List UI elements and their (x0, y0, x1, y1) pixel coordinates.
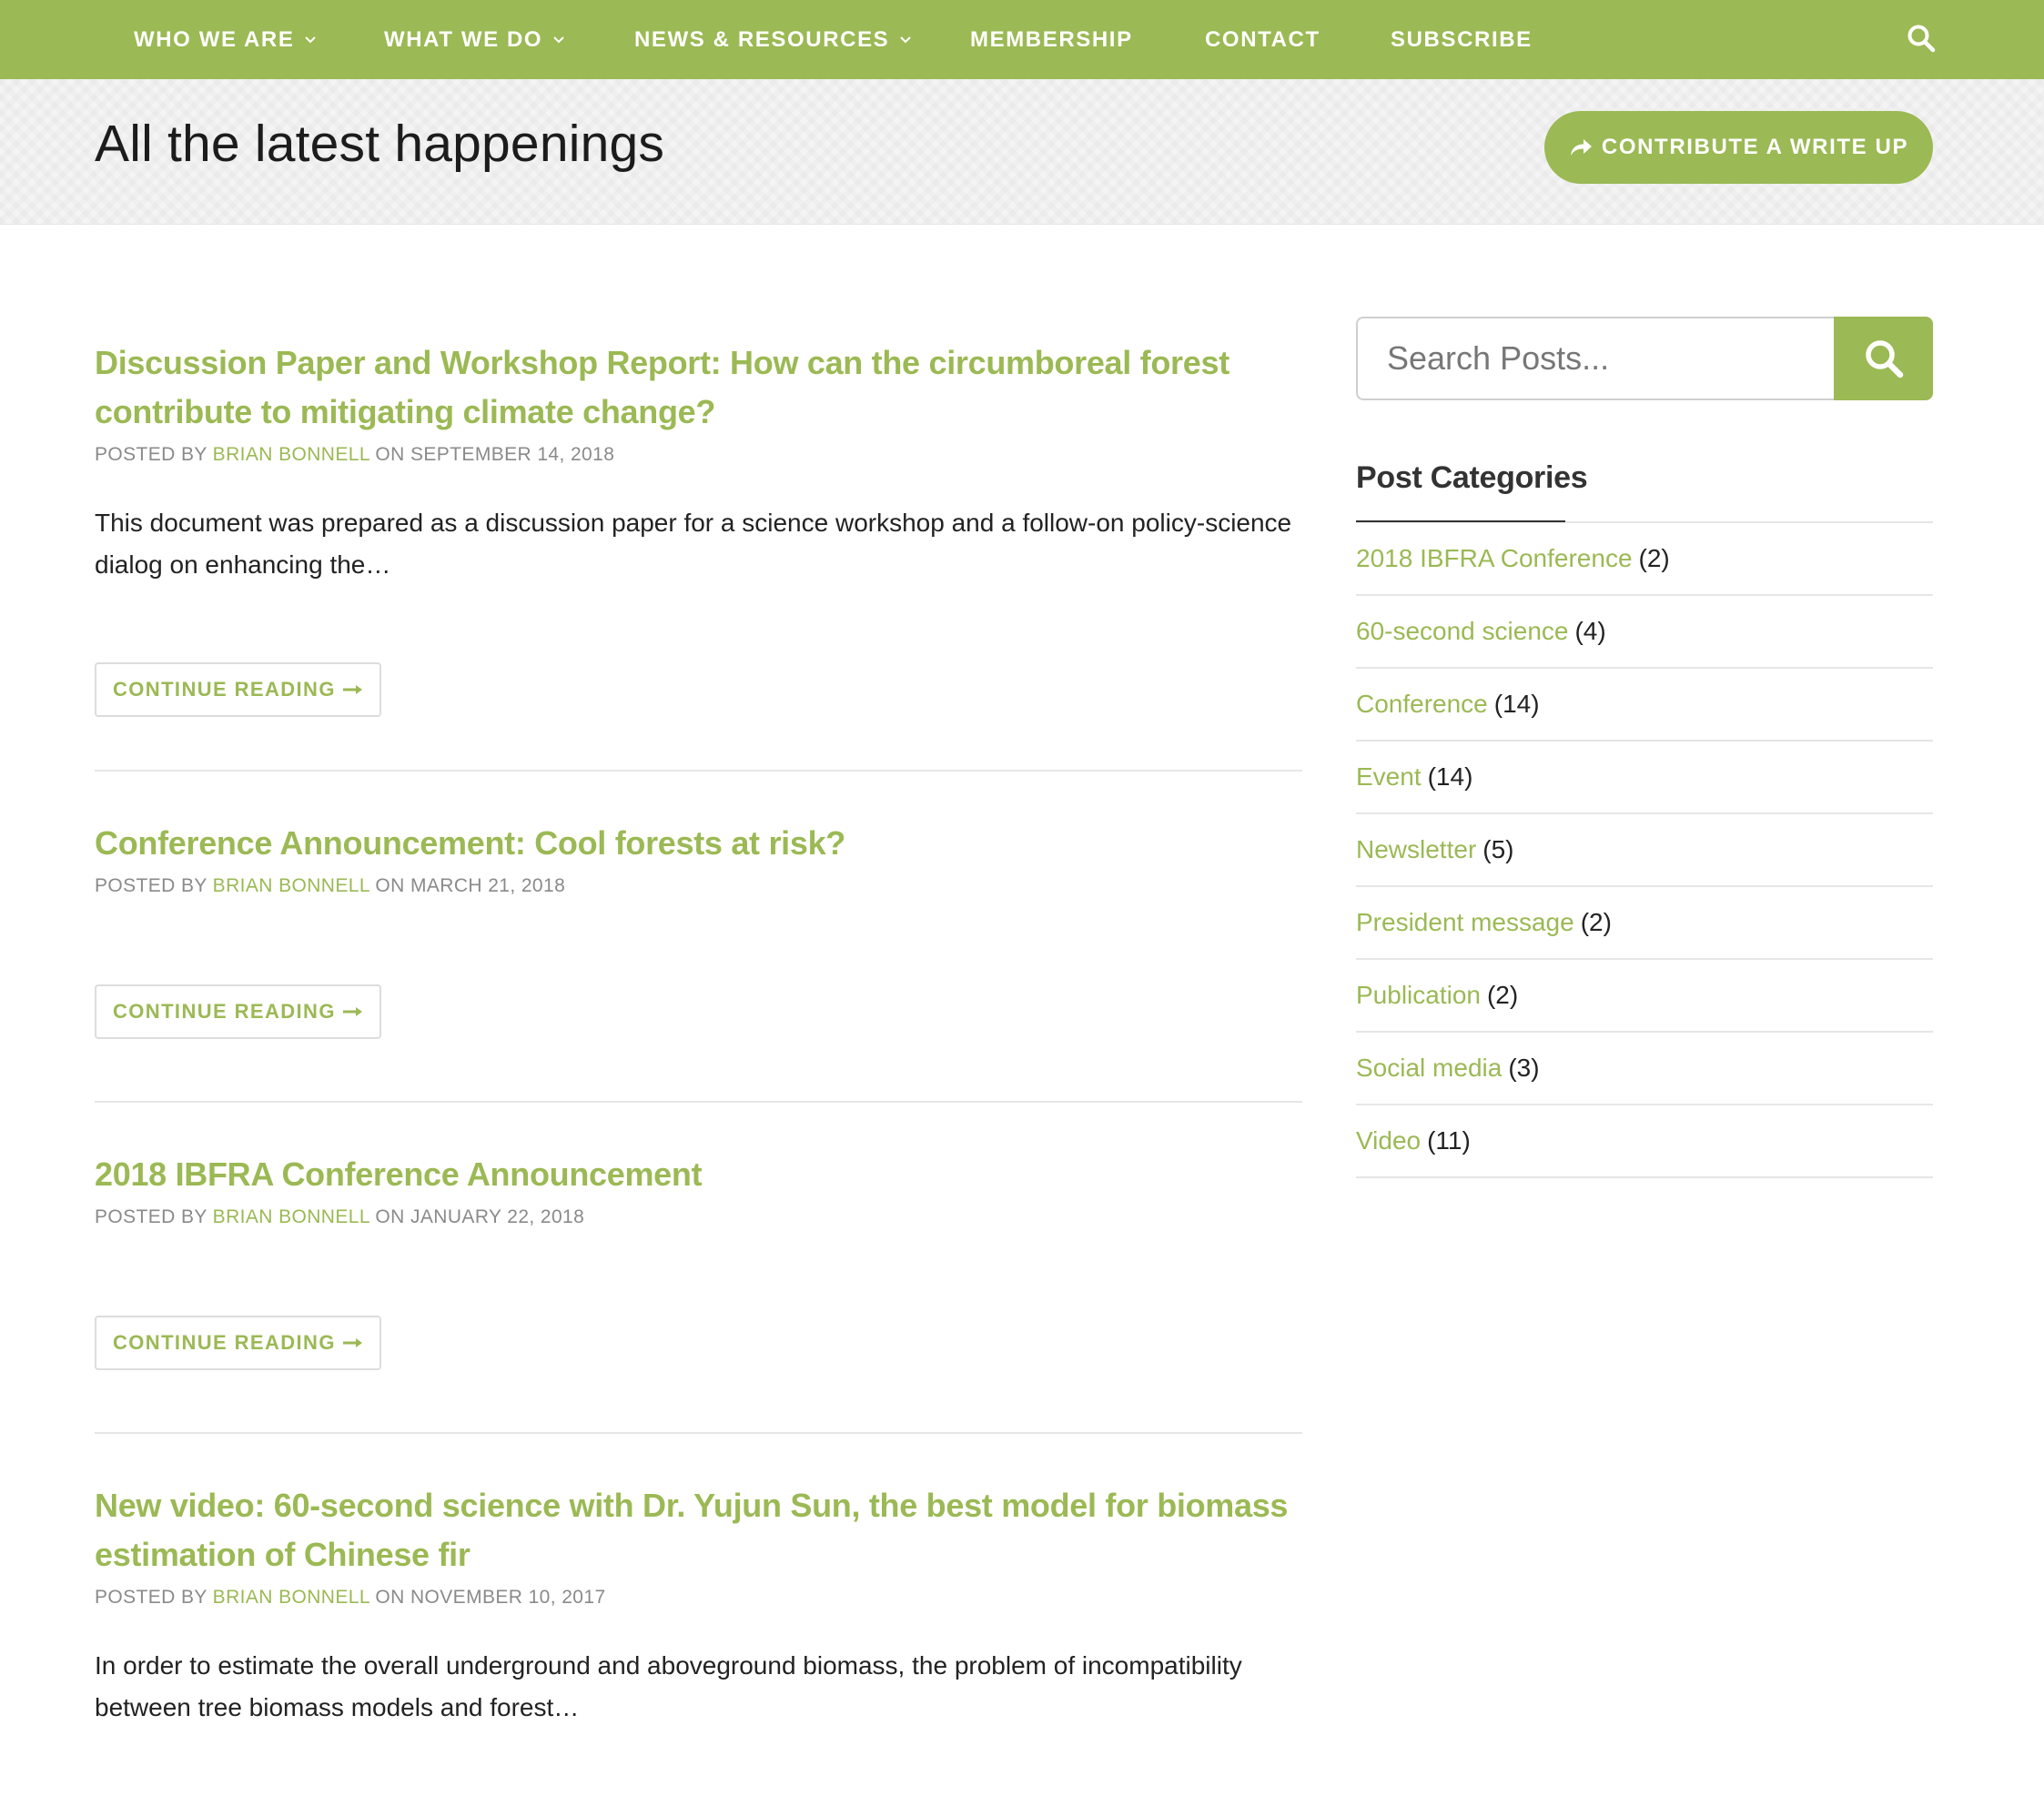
nav-item-news-resources[interactable]: NEWS & RESOURCES (634, 0, 913, 79)
post-date: NOVEMBER 10, 2017 (410, 1587, 606, 1608)
post-excerpt: In order to estimate the overall undergr… (95, 1651, 1242, 1721)
contribute-label: CONTRIBUTE A WRITE UP (1601, 135, 1909, 159)
on-label: ON (375, 444, 405, 465)
post-title[interactable]: 2018 IBFRA Conference Announcement (95, 1150, 1302, 1199)
contribute-write-up-button[interactable]: CONTRIBUTE A WRITE UP (1544, 111, 1933, 184)
post-title[interactable]: Discussion Paper and Workshop Report: Ho… (95, 338, 1302, 437)
post-date: JANUARY 22, 2018 (410, 1206, 585, 1227)
top-navigation: WHO WE ARE WHAT WE DO NEWS & RESOURCES M… (0, 0, 2044, 79)
category-link[interactable]: Newsletter (1356, 835, 1476, 864)
category-list: 2018 IBFRA Conference (2) 60-second scie… (1356, 523, 1933, 1178)
category-item: Publication (2) (1356, 960, 1933, 1033)
post-author-link[interactable]: BRIAN BONNELL (213, 444, 369, 465)
arrow-right-icon (342, 1007, 362, 1016)
post-date: MARCH 21, 2018 (410, 875, 566, 896)
post-date: SEPTEMBER 14, 2018 (410, 444, 615, 465)
category-link[interactable]: Publication (1356, 981, 1481, 1010)
continue-reading-button[interactable]: CONTINUE READING (95, 1316, 381, 1370)
sidebar: Post Categories 2018 IBFRA Conference (2… (1356, 317, 1933, 1178)
category-link[interactable]: 2018 IBFRA Conference (1356, 544, 1633, 573)
post-meta: POSTED BY BRIAN BONNELL ON MARCH 21, 201… (95, 875, 1302, 897)
post-author-link[interactable]: BRIAN BONNELL (213, 1206, 369, 1227)
posted-by-label: POSTED BY (95, 1587, 207, 1608)
posted-by-label: POSTED BY (95, 875, 207, 896)
category-item: Conference (14) (1356, 669, 1933, 742)
nav-item-label: MEMBERSHIP (970, 26, 1133, 52)
post-list: Discussion Paper and Workshop Report: Ho… (95, 328, 1302, 1816)
continue-reading-label: CONTINUE READING (113, 1331, 336, 1354)
category-count: (5) (1482, 835, 1514, 863)
category-link[interactable]: Event (1356, 762, 1422, 792)
page-title: All the latest happenings (95, 115, 665, 173)
category-link[interactable]: Conference (1356, 690, 1488, 719)
post-excerpt: This document was prepared as a discussi… (95, 509, 1292, 579)
post-title[interactable]: Conference Announcement: Cool forests at… (95, 819, 1302, 868)
post-item: Conference Announcement: Cool forests at… (95, 772, 1302, 1103)
nav-item-label: NEWS & RESOURCES (634, 26, 890, 52)
search-icon[interactable] (1906, 23, 1937, 54)
continue-reading-button[interactable]: CONTINUE READING (95, 984, 381, 1039)
nav-item-label: WHAT WE DO (384, 26, 543, 52)
heading-divider (1356, 520, 1933, 523)
category-count: (2) (1580, 908, 1612, 936)
category-item: President message (2) (1356, 887, 1933, 960)
nav-item-membership[interactable]: MEMBERSHIP (970, 0, 1133, 79)
category-count: (14) (1427, 762, 1473, 791)
post-author-link[interactable]: BRIAN BONNELL (213, 875, 369, 896)
posted-by-label: POSTED BY (95, 444, 207, 465)
arrow-right-icon (342, 1338, 362, 1347)
category-count: (4) (1574, 617, 1606, 645)
post-categories-heading: Post Categories (1356, 460, 1588, 495)
category-count: (14) (1493, 690, 1540, 718)
continue-reading-label: CONTINUE READING (113, 678, 336, 701)
share-arrow-icon (1570, 139, 1592, 156)
category-item: Social media (3) (1356, 1033, 1933, 1105)
post-author-link[interactable]: BRIAN BONNELL (213, 1587, 369, 1608)
category-count: (11) (1427, 1126, 1471, 1155)
category-link[interactable]: President message (1356, 908, 1574, 937)
chevron-down-icon (900, 35, 912, 43)
post-meta: POSTED BY BRIAN BONNELL ON NOVEMBER 10, … (95, 1587, 1302, 1609)
post-meta: POSTED BY BRIAN BONNELL ON SEPTEMBER 14,… (95, 444, 1302, 466)
category-link[interactable]: Video (1356, 1126, 1421, 1155)
category-link[interactable]: 60-second science (1356, 617, 1568, 646)
nav-item-label: SUBSCRIBE (1391, 26, 1533, 52)
nav-item-what-we-do[interactable]: WHAT WE DO (384, 0, 566, 79)
chevron-down-icon (553, 35, 564, 43)
page-banner: All the latest happenings CONTRIBUTE A W… (0, 79, 2044, 225)
post-search-form (1356, 317, 1933, 400)
arrow-right-icon (342, 685, 362, 694)
search-posts-button[interactable] (1834, 317, 1933, 400)
on-label: ON (375, 875, 405, 896)
nav-item-label: WHO WE ARE (134, 26, 295, 52)
category-count: (2) (1486, 981, 1519, 1009)
chevron-down-icon (305, 35, 317, 43)
posted-by-label: POSTED BY (95, 1206, 207, 1227)
category-item: Newsletter (5) (1356, 814, 1933, 887)
post-meta: POSTED BY BRIAN BONNELL ON JANUARY 22, 2… (95, 1206, 1302, 1228)
search-icon (1865, 340, 1903, 378)
post-item: New video: 60-second science with Dr. Yu… (95, 1434, 1302, 1816)
category-item: Video (11) (1356, 1105, 1933, 1178)
on-label: ON (375, 1206, 405, 1227)
category-item: 2018 IBFRA Conference (2) (1356, 523, 1933, 596)
on-label: ON (375, 1587, 405, 1608)
post-item: 2018 IBFRA Conference Announcement POSTE… (95, 1103, 1302, 1434)
continue-reading-label: CONTINUE READING (113, 1000, 336, 1023)
search-posts-input[interactable] (1356, 317, 1834, 400)
continue-reading-button[interactable]: CONTINUE READING (95, 662, 381, 717)
post-item: Discussion Paper and Workshop Report: Ho… (95, 328, 1302, 772)
category-count: (2) (1638, 544, 1670, 572)
nav-item-subscribe[interactable]: SUBSCRIBE (1391, 0, 1533, 79)
category-item: Event (14) (1356, 742, 1933, 814)
nav-item-label: CONTACT (1205, 26, 1321, 52)
category-item: 60-second science (4) (1356, 596, 1933, 669)
post-title[interactable]: New video: 60-second science with Dr. Yu… (95, 1481, 1302, 1579)
category-link[interactable]: Social media (1356, 1054, 1502, 1083)
category-count: (3) (1508, 1054, 1540, 1082)
nav-item-contact[interactable]: CONTACT (1205, 0, 1321, 79)
nav-item-who-we-are[interactable]: WHO WE ARE (134, 0, 318, 79)
